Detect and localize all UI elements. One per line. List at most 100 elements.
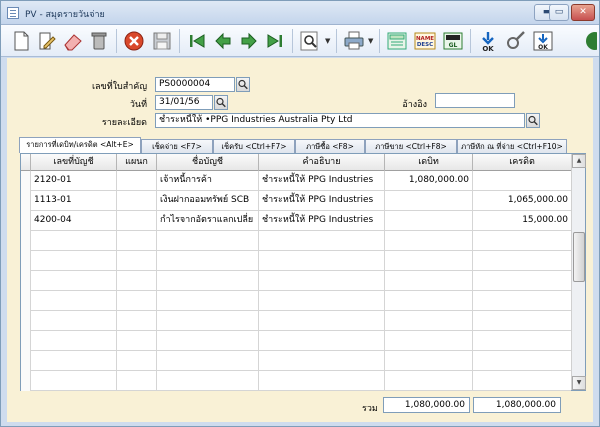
cell-account-no[interactable] bbox=[31, 311, 117, 331]
tools-icon[interactable] bbox=[504, 29, 528, 53]
cell-description[interactable] bbox=[259, 371, 385, 391]
cell-credit[interactable] bbox=[473, 271, 571, 291]
cell-debit[interactable] bbox=[385, 291, 473, 311]
previous-record-icon[interactable] bbox=[211, 29, 235, 53]
table-row[interactable]: 1113-01 เงินฝากออมทรัพย์ SCB ชำระหนี้ให้ P… bbox=[21, 191, 571, 211]
cell-account-no[interactable] bbox=[31, 291, 117, 311]
header-description[interactable]: คำอธิบาย bbox=[259, 154, 385, 171]
cell-account-name[interactable] bbox=[157, 371, 259, 391]
cell-credit[interactable]: 15,000.00 bbox=[473, 211, 571, 231]
header-department[interactable]: แผนก bbox=[117, 154, 157, 171]
row-selector[interactable] bbox=[21, 351, 31, 371]
cell-description[interactable] bbox=[259, 271, 385, 291]
cell-account-name[interactable] bbox=[157, 351, 259, 371]
cell-credit[interactable] bbox=[473, 331, 571, 351]
table-row[interactable] bbox=[21, 331, 571, 351]
tab-purchase-tax[interactable]: ภาษีซื้อ <F8> bbox=[295, 139, 365, 153]
cell-account-no[interactable]: 2120-01 bbox=[31, 171, 117, 191]
row-selector[interactable] bbox=[21, 371, 31, 391]
cell-debit[interactable] bbox=[385, 271, 473, 291]
cell-debit[interactable] bbox=[385, 191, 473, 211]
cell-account-name[interactable] bbox=[157, 271, 259, 291]
calculator-icon[interactable] bbox=[385, 29, 409, 53]
description-lookup-button[interactable] bbox=[526, 113, 540, 128]
name-desc-icon[interactable]: NAME DESC bbox=[413, 29, 437, 53]
cell-credit[interactable] bbox=[473, 371, 571, 391]
cell-account-no[interactable] bbox=[31, 351, 117, 371]
maximize-button[interactable]: ▭ bbox=[549, 4, 569, 21]
cell-department[interactable] bbox=[117, 291, 157, 311]
cell-debit[interactable] bbox=[385, 311, 473, 331]
cell-account-name[interactable]: กำไรจากอัตราแลกเปลี่ย bbox=[157, 211, 259, 231]
header-account-name[interactable]: ชื่อบัญชี bbox=[157, 154, 259, 171]
cell-credit[interactable]: 1,065,000.00 bbox=[473, 191, 571, 211]
row-selector[interactable] bbox=[21, 271, 31, 291]
cell-account-no[interactable]: 1113-01 bbox=[31, 191, 117, 211]
tab-cheque-received[interactable]: เช็ครับ <Ctrl+F7> bbox=[213, 139, 295, 153]
cell-debit[interactable] bbox=[385, 251, 473, 271]
cell-account-name[interactable] bbox=[157, 291, 259, 311]
first-record-icon[interactable] bbox=[185, 29, 209, 53]
date-lookup-button[interactable] bbox=[214, 95, 228, 110]
row-selector[interactable] bbox=[21, 331, 31, 351]
cell-account-name[interactable]: เจ้าหนี้การค้า bbox=[157, 171, 259, 191]
tab-withholding-tax[interactable]: ภาษีหัก ณ ที่จ่าย <Ctrl+F10> bbox=[457, 139, 567, 153]
trash-icon[interactable] bbox=[87, 29, 111, 53]
cell-department[interactable] bbox=[117, 231, 157, 251]
scroll-up-button[interactable]: ▲ bbox=[572, 154, 586, 168]
journal-grid[interactable]: เลขที่บัญชี แผนก ชื่อบัญชี คำอธิบาย เดบิ… bbox=[20, 153, 586, 391]
ok-icon[interactable]: OK bbox=[476, 29, 500, 53]
table-row[interactable] bbox=[21, 231, 571, 251]
scroll-thumb[interactable] bbox=[573, 232, 585, 282]
cell-debit[interactable]: 1,080,000.00 bbox=[385, 171, 473, 191]
table-row[interactable] bbox=[21, 271, 571, 291]
cell-credit[interactable] bbox=[473, 351, 571, 371]
title-bar[interactable]: PV - สมุดรายวันจ่าย ▬ ▭ ✕ bbox=[1, 1, 599, 25]
cell-description[interactable] bbox=[259, 251, 385, 271]
cell-credit[interactable] bbox=[473, 291, 571, 311]
cell-department[interactable] bbox=[117, 331, 157, 351]
row-selector[interactable] bbox=[21, 191, 31, 211]
table-row[interactable] bbox=[21, 371, 571, 391]
edit-document-icon[interactable] bbox=[35, 29, 59, 53]
cell-credit[interactable] bbox=[473, 231, 571, 251]
new-document-icon[interactable] bbox=[9, 29, 33, 53]
cell-account-name[interactable] bbox=[157, 311, 259, 331]
eraser-icon[interactable] bbox=[61, 29, 85, 53]
cell-credit[interactable] bbox=[473, 311, 571, 331]
last-record-icon[interactable] bbox=[263, 29, 287, 53]
cell-account-no[interactable] bbox=[31, 331, 117, 351]
cell-account-name[interactable] bbox=[157, 251, 259, 271]
cell-credit[interactable] bbox=[473, 251, 571, 271]
cell-department[interactable] bbox=[117, 211, 157, 231]
search-icon[interactable] bbox=[298, 29, 322, 53]
search-dropdown-icon[interactable]: ▼ bbox=[325, 37, 330, 45]
cell-department[interactable] bbox=[117, 351, 157, 371]
cell-description[interactable] bbox=[259, 351, 385, 371]
row-selector[interactable] bbox=[21, 311, 31, 331]
header-debit[interactable]: เดบิท bbox=[385, 154, 473, 171]
row-selector[interactable] bbox=[21, 231, 31, 251]
date-field[interactable]: 31/01/56 bbox=[155, 95, 213, 110]
cell-description[interactable] bbox=[259, 331, 385, 351]
cell-account-no[interactable] bbox=[31, 231, 117, 251]
cell-department[interactable] bbox=[117, 271, 157, 291]
table-row[interactable]: 4200-04 กำไรจากอัตราแลกเปลี่ย ชำระหนี้ให้ … bbox=[21, 211, 571, 231]
cell-account-name[interactable] bbox=[157, 231, 259, 251]
cell-description[interactable]: ชำระหนี้ให้ PPG Industries bbox=[259, 171, 385, 191]
cell-department[interactable] bbox=[117, 251, 157, 271]
table-row[interactable] bbox=[21, 311, 571, 331]
cell-account-no[interactable] bbox=[31, 251, 117, 271]
cell-debit[interactable] bbox=[385, 211, 473, 231]
close-button[interactable]: ✕ bbox=[571, 4, 595, 21]
cell-debit[interactable] bbox=[385, 231, 473, 251]
next-record-icon[interactable] bbox=[237, 29, 261, 53]
cell-debit[interactable] bbox=[385, 371, 473, 391]
cell-department[interactable] bbox=[117, 191, 157, 211]
row-selector[interactable] bbox=[21, 171, 31, 191]
ok-box-icon[interactable]: OK bbox=[531, 29, 555, 53]
scroll-down-button[interactable]: ▼ bbox=[572, 376, 586, 390]
gl-report-icon[interactable]: GL bbox=[441, 29, 465, 53]
header-credit[interactable]: เครดิต bbox=[473, 154, 571, 171]
cell-department[interactable] bbox=[117, 371, 157, 391]
